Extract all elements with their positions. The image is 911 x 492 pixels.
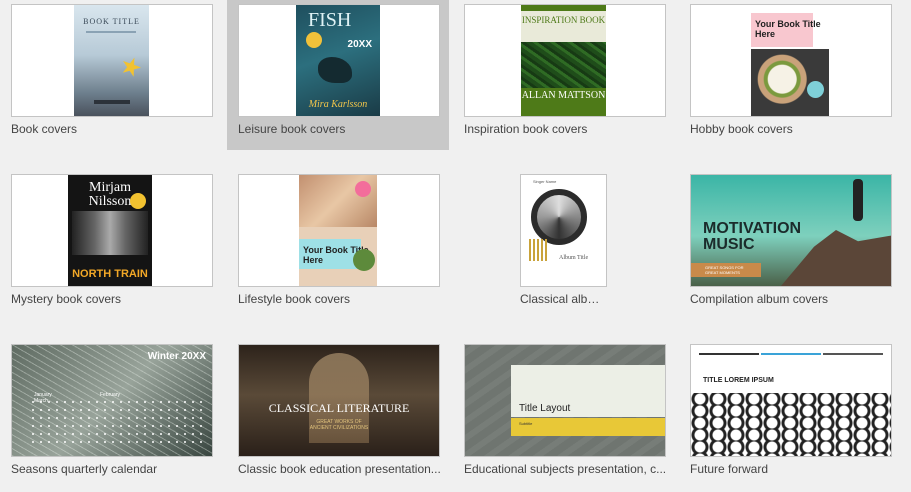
album-cover-image: MOTIVATION MUSIC GREAT SONGS FOR GREAT M… <box>691 175 891 286</box>
template-label: Book covers <box>11 122 78 136</box>
cover-title: Winter 20XX <box>147 351 206 362</box>
cover-title: MOTIVATION MUSIC <box>703 220 802 253</box>
template-label: Leisure book covers <box>238 122 346 136</box>
thumbnail: CLASSICAL LITERATURE GREAT WORKS OF ANCI… <box>238 344 440 457</box>
hallway-image <box>72 211 148 255</box>
album-cover-image: Singer Name Album Title <box>521 175 606 286</box>
template-hobby-book-covers[interactable]: Your Book Title Here Hobby book covers <box>679 0 901 150</box>
badge-icon <box>130 193 146 209</box>
template-label: Classical albu... <box>520 292 600 306</box>
thumbnail: Your Book Title Here <box>690 4 892 117</box>
cover-title: Your Book Title Here <box>755 19 821 39</box>
template-label: Mystery book covers <box>11 292 122 306</box>
template-leisure-book-covers[interactable]: FISH 20XX Mira Karlsson Leisure book cov… <box>227 0 449 150</box>
hiker-image <box>853 179 863 221</box>
template-label: Educational subjects presentation, c... <box>464 462 667 476</box>
template-classic-book-education-presentation[interactable]: CLASSICAL LITERATURE GREAT WORKS OF ANCI… <box>227 340 449 490</box>
cover-title: INSPIRATION BOOK <box>521 15 606 25</box>
template-label: Classic book education presentation... <box>238 462 441 476</box>
cover-tag: GREAT SONGS FOR GREAT MOMENTS <box>705 265 744 275</box>
cover-author: Mira Karlsson <box>308 99 368 110</box>
template-mystery-book-covers[interactable]: Mirjam Nilsson NORTH TRAIN Mystery book … <box>0 170 222 320</box>
star-badge-icon <box>118 54 144 80</box>
thumbnail: FISH 20XX Mira Karlsson <box>238 4 440 117</box>
library-image: CLASSICAL LITERATURE GREAT WORKS OF ANCI… <box>239 345 439 456</box>
template-label: Future forward <box>690 462 769 476</box>
book-cover-image: Mirjam Nilsson NORTH TRAIN <box>68 175 152 286</box>
badge-icon <box>306 32 322 48</box>
chalkboard-image: Title Layout Subtitle <box>465 345 665 456</box>
template-educational-subjects-presentation[interactable]: Title Layout Subtitle Educational subjec… <box>453 340 675 490</box>
template-lifestyle-book-covers[interactable]: Your Book Title Here Lifestyle book cove… <box>227 170 449 320</box>
template-seasons-quarterly-calendar[interactable]: Winter 20XX JanuaryFebruaryMarch Seasons… <box>0 340 222 490</box>
future-forward-image: TITLE LOREM IPSUM <box>691 345 891 456</box>
thumbnail: Winter 20XX JanuaryFebruaryMarch <box>11 344 213 457</box>
template-label: Hobby book covers <box>690 122 793 136</box>
fern-image <box>521 42 606 88</box>
cover-subtitle: GREAT WORKS OF ANCIENT CIVILIZATIONS <box>309 419 369 431</box>
book-cover-image: INSPIRATION BOOK ALLAN MATTSON <box>521 5 606 116</box>
piano-image <box>531 189 587 245</box>
cover-subtitle: Subtitle <box>519 421 533 426</box>
thumbnail: Mirjam Nilsson NORTH TRAIN <box>11 174 213 287</box>
template-inspiration-book-covers[interactable]: INSPIRATION BOOK ALLAN MATTSON Inspirati… <box>453 0 675 150</box>
cover-title: Title Layout <box>519 403 571 414</box>
template-label: Seasons quarterly calendar <box>11 462 158 476</box>
template-label: Lifestyle book covers <box>238 292 351 306</box>
template-compilation-album-covers[interactable]: MOTIVATION MUSIC GREAT SONGS FOR GREAT M… <box>679 170 901 320</box>
cover-title: TITLE LOREM IPSUM <box>703 377 774 384</box>
bowl-image <box>353 249 375 271</box>
cover-header: Singer Name <box>533 179 557 184</box>
template-label: Compilation album covers <box>690 292 829 306</box>
pattern-image <box>691 393 891 456</box>
badge-icon <box>807 81 824 98</box>
template-future-forward[interactable]: TITLE LOREM IPSUM Future forward <box>679 340 901 490</box>
calendar-grid <box>32 401 208 445</box>
template-book-covers[interactable]: BOOK TITLE Book covers <box>0 0 222 150</box>
cover-title: FISH <box>308 9 352 31</box>
cover-title: BOOK TITLE <box>83 17 140 26</box>
cover-title: Album Title <box>559 255 589 261</box>
book-cover-image: FISH 20XX Mira Karlsson <box>296 5 380 116</box>
cover-author: ALLAN MATTSON <box>521 90 606 101</box>
cover-title: CLASSICAL LITERATURE <box>268 401 410 415</box>
thumbnail: Your Book Title Here <box>238 174 440 287</box>
month-label: February <box>100 392 121 398</box>
book-cover-image: Your Book Title Here <box>751 5 829 116</box>
thumbnail: INSPIRATION BOOK ALLAN MATTSON <box>464 4 666 117</box>
thumbnail: TITLE LOREM IPSUM <box>690 344 892 457</box>
thumbnail: BOOK TITLE <box>11 4 213 117</box>
book-cover-image: BOOK TITLE <box>74 5 149 116</box>
book-cover-image: Your Book Title Here <box>299 175 377 286</box>
thumbnail: MOTIVATION MUSIC GREAT SONGS FOR GREAT M… <box>690 174 892 287</box>
badge-icon <box>355 181 371 197</box>
calendar-image: Winter 20XX JanuaryFebruaryMarch <box>12 345 212 456</box>
cover-year: 20XX <box>347 39 372 50</box>
thumbnail: Singer Name Album Title <box>520 174 607 287</box>
template-label: Inspiration book covers <box>464 122 588 136</box>
template-classical-album[interactable]: Singer Name Album Title Classical albu..… <box>453 170 675 320</box>
cover-subtitle: NORTH TRAIN <box>72 268 148 280</box>
thumbnail: Title Layout Subtitle <box>464 344 666 457</box>
